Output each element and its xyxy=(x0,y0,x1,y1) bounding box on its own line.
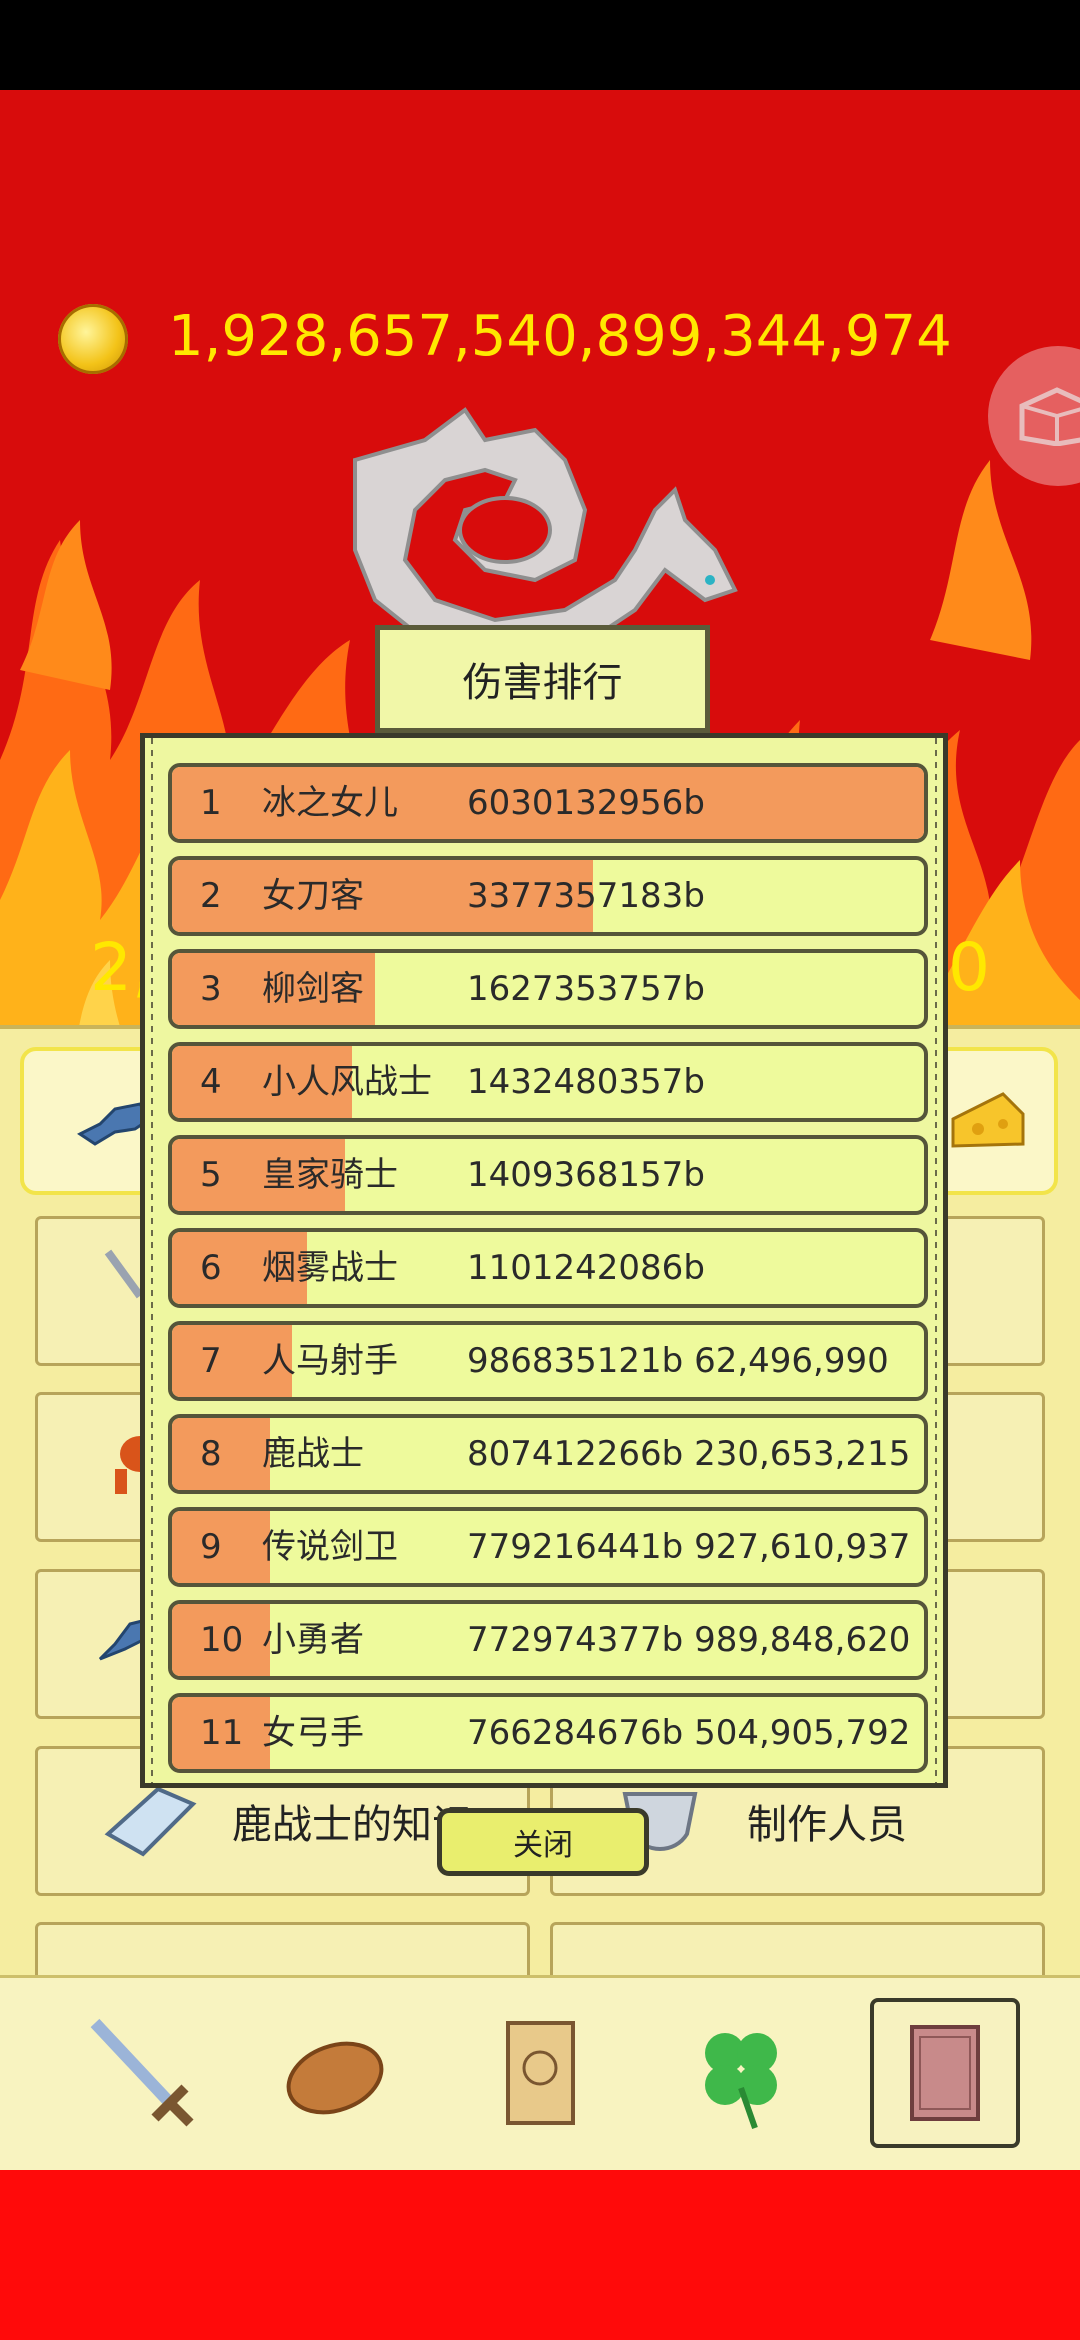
gold-amount: 1,928,657,540,899,344,974 xyxy=(168,304,952,369)
status-bar xyxy=(0,0,1080,90)
knowledge-label: 鹿战士的知识 xyxy=(232,1802,472,1848)
nav-weapons[interactable] xyxy=(65,1998,215,2148)
bottom-nav xyxy=(0,1975,1080,2173)
rank-number: 1 xyxy=(200,783,222,823)
hero-name: 鹿战士 xyxy=(262,1434,364,1474)
rank-number: 6 xyxy=(200,1248,222,1288)
damage-value: 772974377b 989,848,620 xyxy=(467,1620,911,1660)
ranking-row: 9 传说剑卫 779216441b 927,610,937 xyxy=(168,1507,928,1587)
rank-number: 11 xyxy=(200,1713,244,1753)
ranking-row: 10 小勇者 772974377b 989,848,620 xyxy=(168,1600,928,1680)
rank-number: 2 xyxy=(200,876,222,916)
cube-icon xyxy=(1019,387,1080,446)
scroll-icon xyxy=(506,2021,575,2125)
damage-value: 779216441b 927,610,937 xyxy=(467,1527,911,1567)
ranking-row: 1 冰之女儿 6030132956b xyxy=(168,763,928,843)
ranking-title-box: 伤害排行 xyxy=(375,625,710,733)
hero-name: 柳剑客 xyxy=(262,969,364,1009)
hero-name: 小人风战士 xyxy=(262,1062,432,1102)
hero-name: 冰之女儿 xyxy=(262,783,398,823)
hero-name: 皇家骑士 xyxy=(262,1155,398,1195)
book-icon xyxy=(910,2025,980,2121)
ranking-row: 6 烟雾战士 1101242086b xyxy=(168,1228,928,1308)
ranking-row: 5 皇家骑士 1409368157b xyxy=(168,1135,928,1215)
damage-total-right: 0 xyxy=(948,929,990,1006)
ranking-row: 3 柳剑客 1627353757b xyxy=(168,949,928,1029)
close-button[interactable]: 关闭 xyxy=(437,1808,649,1876)
nav-food[interactable] xyxy=(260,1998,410,2148)
rank-number: 8 xyxy=(200,1434,222,1474)
cheese-icon xyxy=(951,1092,1025,1148)
ranking-row: 2 女刀客 3377357183b xyxy=(168,856,928,936)
ranking-title: 伤害排行 xyxy=(462,660,623,706)
damage-value: 1101242086b xyxy=(467,1248,705,1288)
ranking-row: 11 女弓手 766284676b 504,905,792 xyxy=(168,1693,928,1773)
bottom-bar xyxy=(0,2170,1080,2340)
credits-label: 制作人员 xyxy=(747,1802,907,1848)
clover-icon xyxy=(705,2033,777,2129)
damage-value: 3377357183b xyxy=(467,876,705,916)
hero-name: 烟雾战士 xyxy=(262,1248,398,1288)
bread-icon xyxy=(286,2041,384,2115)
hero-name: 小勇者 xyxy=(262,1620,364,1660)
sword-icon xyxy=(90,2018,194,2127)
gold-coin-icon xyxy=(58,304,128,374)
book-open-icon xyxy=(104,1786,197,1857)
damage-value: 1432480357b xyxy=(467,1062,705,1102)
ranking-row: 4 小人风战士 1432480357b xyxy=(168,1042,928,1122)
damage-value: 1409368157b xyxy=(467,1155,705,1195)
nav-quests[interactable] xyxy=(468,1998,618,2148)
damage-value: 1627353757b xyxy=(467,969,705,1009)
ranking-row: 7 人马射手 986835121b 62,496,990 xyxy=(168,1321,928,1401)
ranking-row: 8 鹿战士 807412266b 230,653,215 xyxy=(168,1414,928,1494)
nav-luck[interactable] xyxy=(665,1998,815,2148)
rank-number: 4 xyxy=(200,1062,222,1102)
hero-name: 女刀客 xyxy=(262,876,364,916)
rank-number: 10 xyxy=(200,1620,244,1660)
hero-name: 人马射手 xyxy=(262,1341,398,1381)
rank-number: 3 xyxy=(200,969,222,1009)
damage-value: 766284676b 504,905,792 xyxy=(467,1713,911,1753)
damage-value: 807412266b 230,653,215 xyxy=(467,1434,911,1474)
damage-value: 986835121b 62,496,990 xyxy=(467,1341,889,1381)
hero-name: 传说剑卫 xyxy=(262,1527,398,1567)
rank-number: 5 xyxy=(200,1155,222,1195)
nav-book[interactable] xyxy=(870,1998,1020,2148)
damage-value: 6030132956b xyxy=(467,783,705,823)
hero-name: 女弓手 xyxy=(262,1713,364,1753)
rank-number: 7 xyxy=(200,1341,222,1381)
rank-number: 9 xyxy=(200,1527,222,1567)
ranking-list[interactable]: 1 冰之女儿 6030132956b 2 女刀客 3377357183b 3 柳剑客 16273… xyxy=(140,733,948,1788)
